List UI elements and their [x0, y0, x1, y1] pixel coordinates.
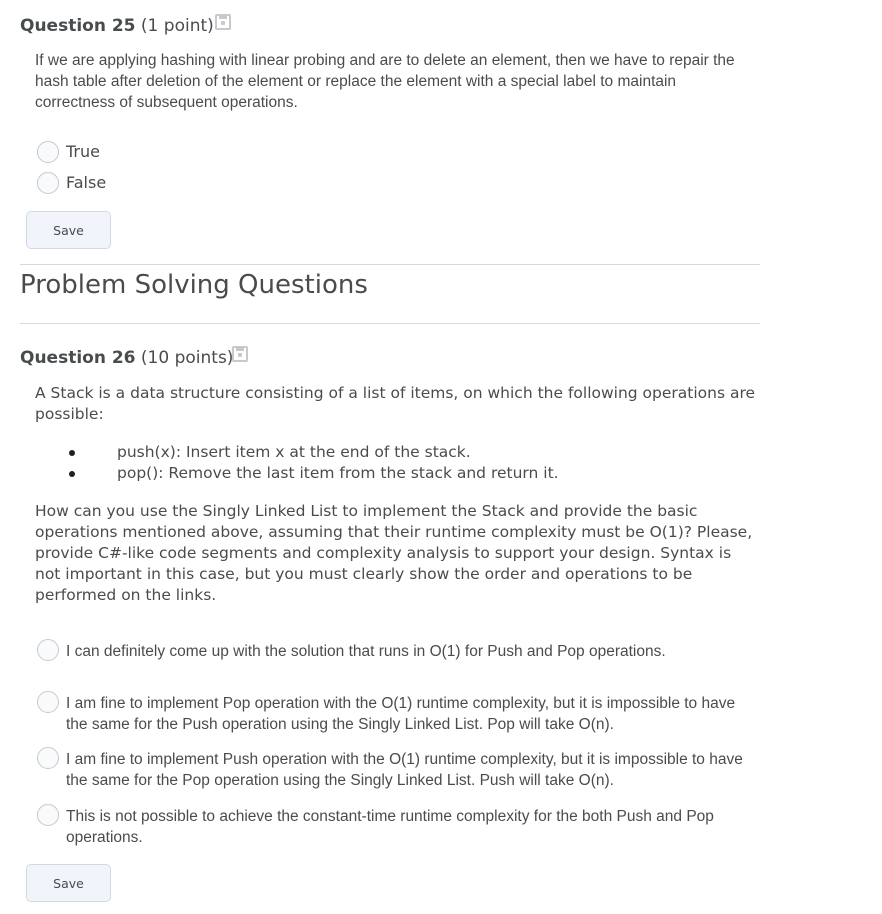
question-points: (1 point) — [140, 16, 214, 36]
radio-button[interactable] — [37, 804, 59, 826]
option-false[interactable]: False — [37, 172, 106, 194]
radio-button[interactable] — [37, 172, 59, 194]
question-26-header: Question 26 (10 points) — [20, 348, 233, 368]
question-title: Question 25 — [20, 16, 136, 36]
radio-button[interactable] — [37, 691, 59, 713]
save-draft-icon[interactable] — [232, 346, 248, 362]
option-label: I am fine to implement Pop operation wit… — [66, 695, 736, 733]
option-2[interactable]: I am fine to implement Pop operation wit… — [37, 691, 756, 735]
option-4[interactable]: This is not possible to achieve the cons… — [37, 804, 756, 848]
option-label: I can definitely come up with the soluti… — [66, 643, 666, 660]
divider — [20, 323, 760, 324]
option-1[interactable]: I can definitely come up with the soluti… — [37, 639, 756, 662]
radio-button[interactable] — [37, 747, 59, 769]
question-26-body: How can you use the Singly Linked List t… — [35, 502, 753, 604]
save-draft-icon[interactable] — [215, 14, 231, 30]
option-true[interactable]: True — [37, 141, 100, 163]
option-label: False — [66, 173, 107, 192]
operations-list: push(x): Insert item x at the end of the… — [35, 442, 559, 484]
list-item: pop(): Remove the last item from the sta… — [35, 463, 559, 484]
question-26-intro: A Stack is a data structure consisting o… — [35, 384, 756, 423]
save-button[interactable]: Save — [26, 211, 111, 249]
option-label: True — [66, 142, 100, 161]
radio-button[interactable] — [37, 639, 59, 661]
question-25-header: Question 25 (1 point) — [20, 16, 214, 36]
option-label: This is not possible to achieve the cons… — [66, 808, 714, 846]
option-label: I am fine to implement Push operation wi… — [66, 751, 743, 789]
question-25-text: If we are applying hashing with linear p… — [35, 52, 735, 111]
list-item: push(x): Insert item x at the end of the… — [35, 442, 559, 463]
save-button[interactable]: Save — [26, 864, 111, 902]
radio-button[interactable] — [37, 141, 59, 163]
divider — [20, 264, 760, 265]
section-title: Problem Solving Questions — [20, 270, 368, 300]
question-points: (10 points) — [140, 348, 234, 368]
option-3[interactable]: I am fine to implement Push operation wi… — [37, 747, 756, 791]
question-title: Question 26 — [20, 348, 136, 368]
